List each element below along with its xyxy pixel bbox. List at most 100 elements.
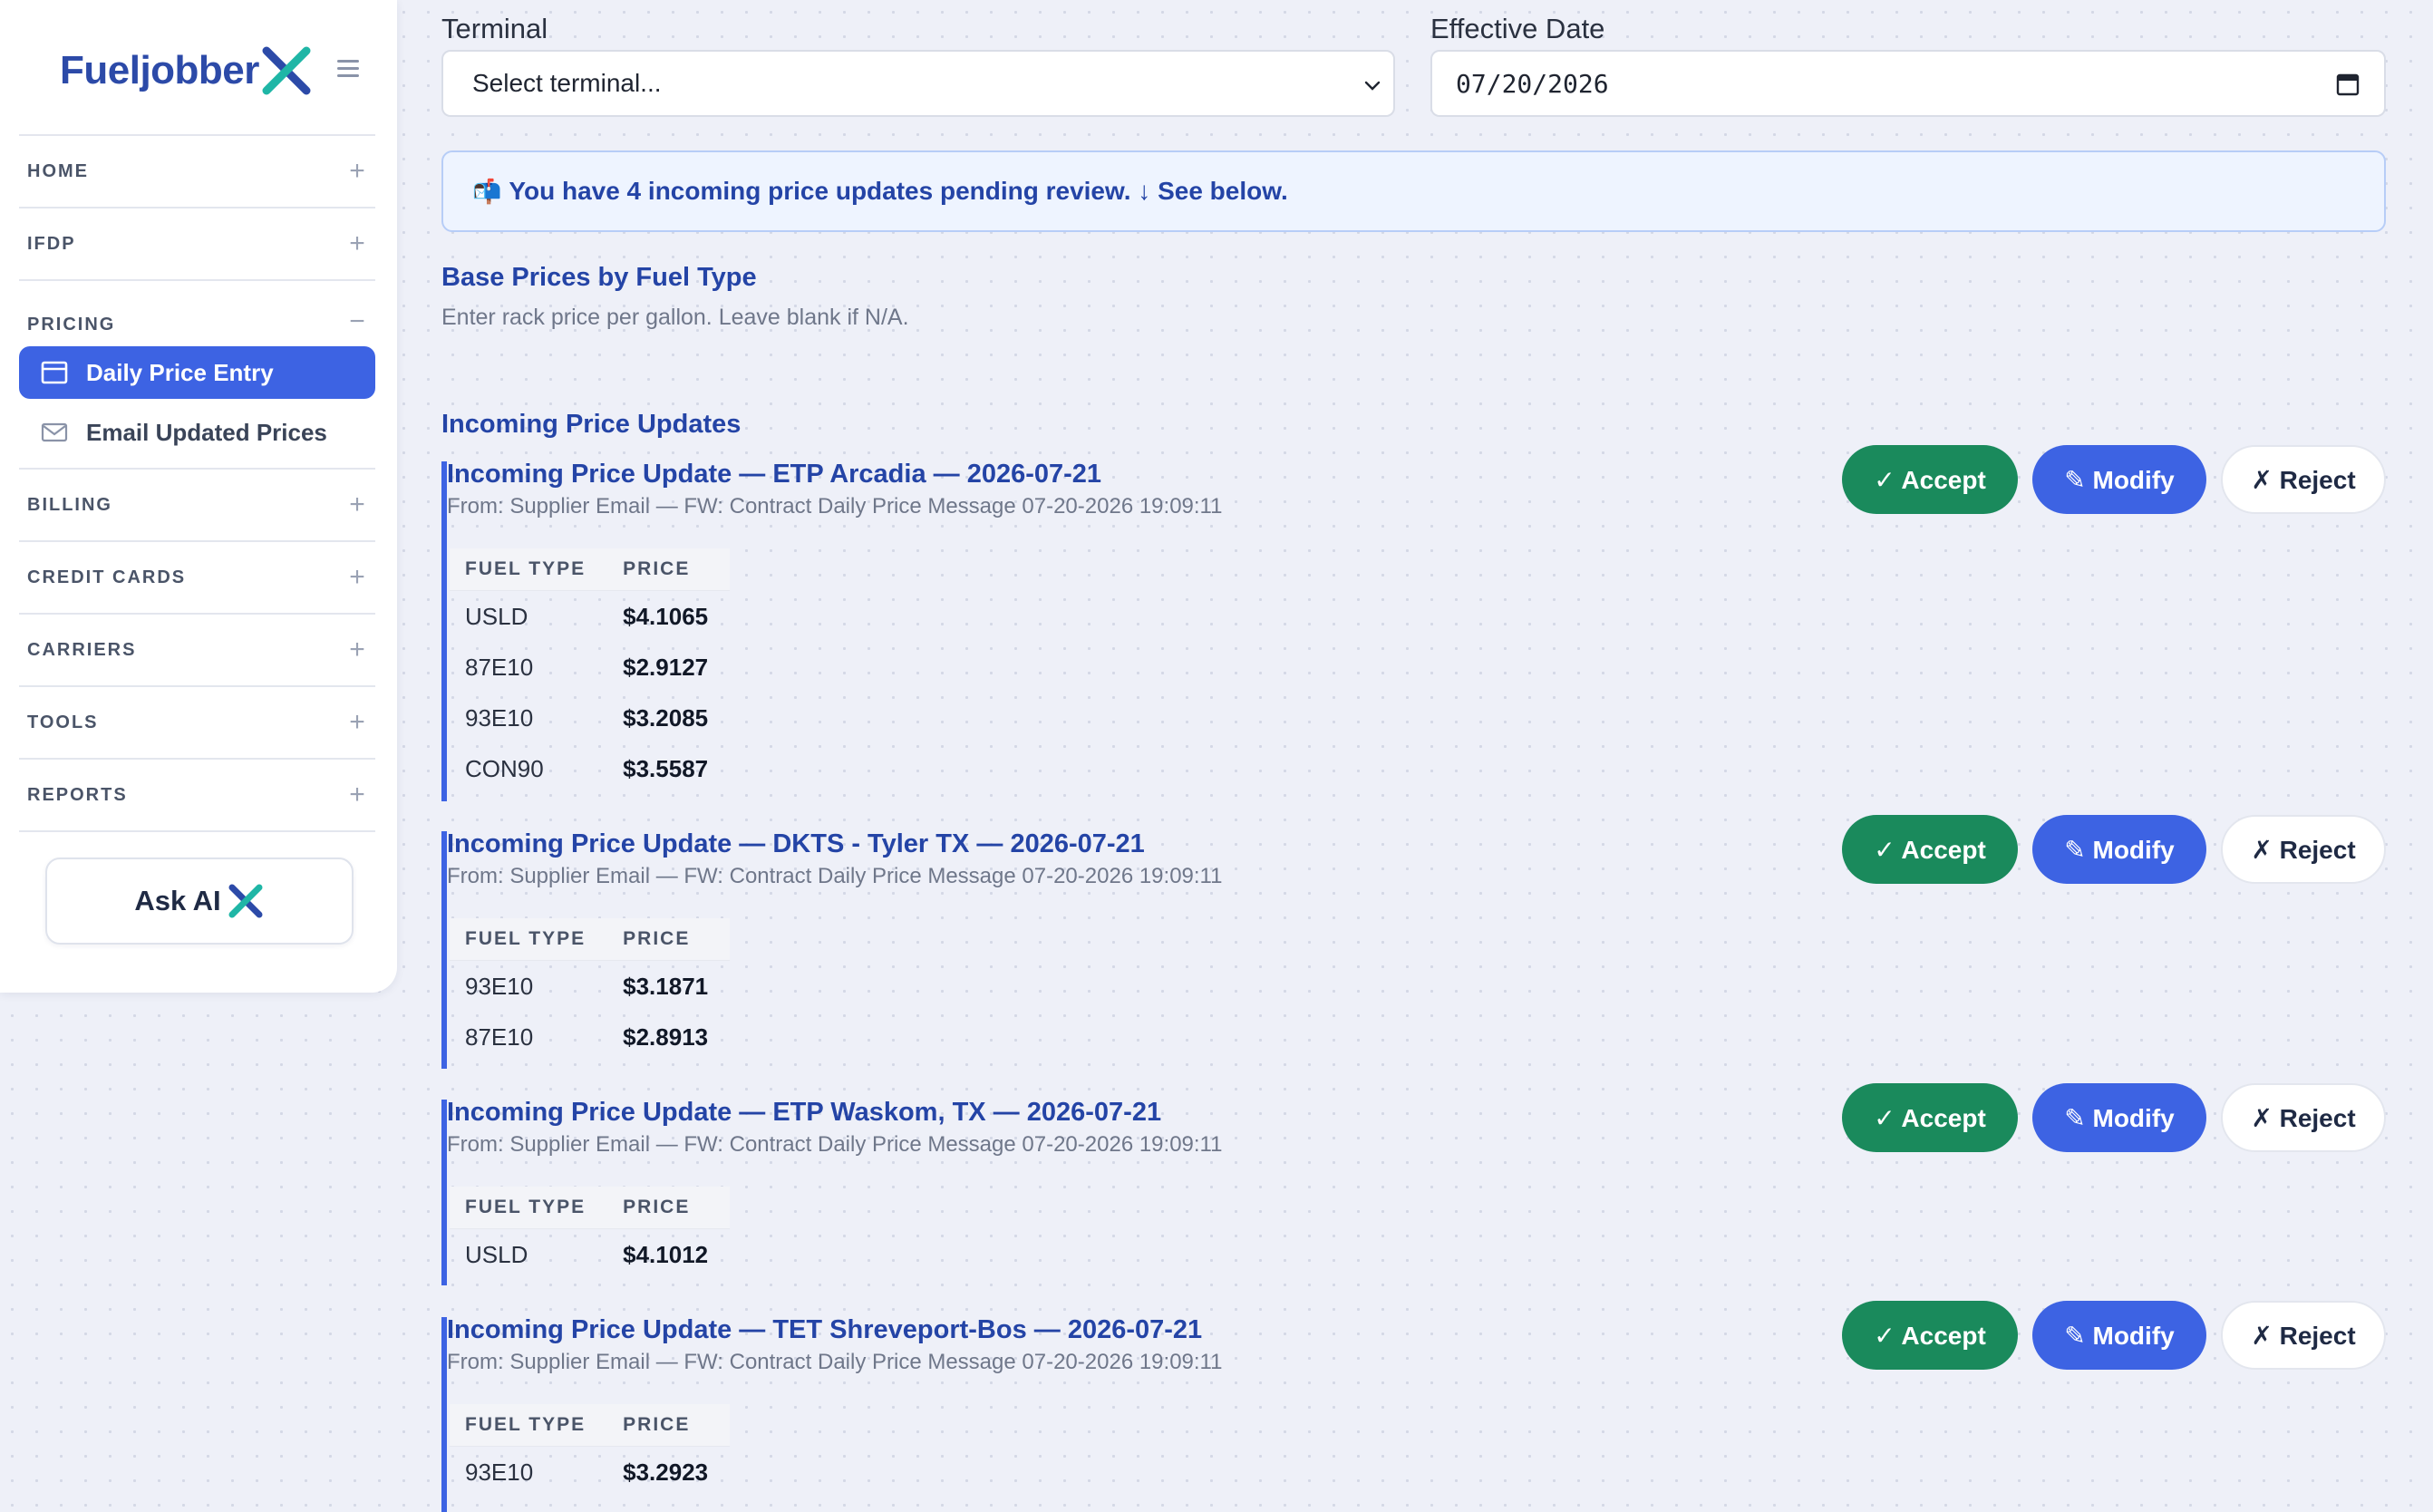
modify-button[interactable]: ✎ Modify (2032, 1301, 2206, 1370)
fuel-type-cell: 93E10 (465, 703, 534, 732)
accept-button[interactable]: ✓ Accept (1842, 815, 2018, 884)
reject-button[interactable]: ✗ Reject (2221, 1083, 2386, 1152)
sidebar: Fueljobber HOME + IFDP + PRICING − Daily… (0, 0, 397, 993)
sidebar-section-home[interactable]: HOME + (19, 136, 375, 207)
plus-icon: + (349, 562, 365, 592)
sidebar-item-label: Daily Price Entry (86, 358, 274, 386)
base-prices-title: Base Prices by Fuel Type (441, 263, 757, 292)
sidebar-item-daily-price-entry[interactable]: Daily Price Entry (19, 346, 375, 399)
section-label: PRICING (27, 315, 116, 334)
col-fuel-type: FUEL TYPE (450, 1187, 608, 1229)
col-fuel-type: FUEL TYPE (450, 1404, 608, 1447)
accept-button[interactable]: ✓ Accept (1842, 1301, 2018, 1370)
sidebar-section-ifdp[interactable]: IFDP + (19, 208, 375, 279)
fuel-type-cell: 87E10 (465, 653, 534, 681)
sidebar-item-label: Email Updated Prices (86, 418, 327, 446)
price-update-card: Incoming Price Update — TET Shreveport-B… (441, 1301, 2386, 1512)
price-cell: $3.5587 (623, 754, 709, 782)
plus-icon: + (349, 635, 365, 664)
sidebar-section-pricing[interactable]: PRICING − (19, 281, 375, 339)
update-title: Incoming Price Update — DKTS - Tyler TX … (447, 829, 1145, 858)
brand-name: Fueljobber (60, 48, 259, 92)
table-header-row: FUEL TYPE PRICE (450, 548, 731, 591)
price-cell: $3.2923 (623, 1458, 709, 1486)
mail-icon (41, 422, 68, 442)
effective-date-label: Effective Date (1430, 13, 1605, 44)
col-fuel-type: FUEL TYPE (450, 548, 608, 591)
sidebar-section-carriers[interactable]: CARRIERS + (19, 615, 375, 685)
divider (19, 830, 375, 832)
update-price-table: FUEL TYPE PRICE USLD $4.1065 87E10 $2.9127… (450, 548, 731, 794)
modify-button[interactable]: ✎ Modify (2032, 815, 2206, 884)
table-row: 93E10 $3.1871 (450, 961, 730, 1013)
update-source: From: Supplier Email — FW: Contract Dail… (447, 1350, 1223, 1374)
update-title: Incoming Price Update — TET Shreveport-B… (447, 1315, 1203, 1344)
price-cell: $2.9127 (623, 653, 709, 681)
calendar-icon[interactable] (2335, 72, 2360, 97)
accept-button[interactable]: ✓ Accept (1842, 1083, 2018, 1152)
update-source: From: Supplier Email — FW: Contract Dail… (447, 1132, 1223, 1157)
section-label: CARRIERS (27, 639, 137, 660)
reject-button[interactable]: ✗ Reject (2221, 445, 2386, 514)
table-row: 87E10 $2.9127 (450, 642, 730, 693)
sidebar-item-email-updated-prices[interactable]: Email Updated Prices (19, 406, 375, 459)
brand-x-icon (262, 46, 311, 95)
plus-icon: + (349, 156, 365, 186)
sidebar-section-credit-cards[interactable]: CREDIT CARDS + (19, 542, 375, 613)
update-actions: ✓ Accept ✎ Modify ✗ Reject (1842, 815, 2386, 884)
table-header-row: FUEL TYPE PRICE (450, 1187, 731, 1229)
section-label: HOME (27, 160, 89, 181)
section-label: BILLING (27, 494, 112, 515)
sidebar-section-tools[interactable]: TOOLS + (19, 687, 375, 758)
table-row: USLD $4.1012 (450, 1229, 730, 1281)
section-label: TOOLS (27, 712, 99, 732)
ask-ai-button[interactable]: Ask AI (45, 858, 354, 945)
col-price: PRICE (607, 1187, 731, 1229)
plus-icon: + (349, 707, 365, 737)
brand-logo[interactable]: Fueljobber (60, 44, 312, 98)
reject-button[interactable]: ✗ Reject (2221, 1301, 2386, 1370)
reject-button[interactable]: ✗ Reject (2221, 815, 2386, 884)
alert-text: You have 4 incoming price updates pendin… (509, 177, 1288, 205)
section-label: REPORTS (27, 784, 128, 805)
table-row: 93E10 $3.2923 (450, 1447, 730, 1498)
plus-icon: + (349, 489, 365, 519)
update-price-table: FUEL TYPE PRICE USLD $4.1012 (450, 1187, 731, 1281)
col-fuel-type: FUEL TYPE (450, 918, 608, 961)
table-row: 93E10 $3.2085 (450, 693, 730, 743)
fuel-type-cell: CON90 (465, 754, 544, 782)
accept-button[interactable]: ✓ Accept (1842, 445, 2018, 514)
table-row: USLD $4.1065 (450, 591, 730, 643)
ai-x-icon (228, 884, 263, 918)
price-cell: $2.8913 (623, 1023, 709, 1051)
terminal-select[interactable]: Select terminal... (441, 50, 1395, 117)
modify-button[interactable]: ✎ Modify (2032, 445, 2206, 514)
col-price: PRICE (607, 548, 731, 591)
plus-icon: + (349, 228, 365, 258)
section-label: IFDP (27, 233, 76, 254)
col-price: PRICE (607, 1404, 731, 1447)
effective-date-input[interactable]: 07/20/2026 (1430, 50, 2386, 117)
update-price-table: FUEL TYPE PRICE 93E10 $3.2923 (450, 1404, 731, 1498)
pricing-group: PRICING − Daily Price Entry Email Update… (19, 281, 375, 468)
fuel-type-cell: 93E10 (465, 1458, 534, 1486)
chevron-down-icon (1364, 81, 1381, 91)
update-price-table: FUEL TYPE PRICE 93E10 $3.1871 87E10 $2.891… (450, 918, 731, 1062)
table-row: CON90 $3.5587 (450, 743, 730, 794)
mailbox-icon: 📬 (472, 177, 502, 205)
minus-icon: − (349, 306, 365, 336)
update-actions: ✓ Accept ✎ Modify ✗ Reject (1842, 1301, 2386, 1370)
update-source: From: Supplier Email — FW: Contract Dail… (447, 494, 1223, 519)
price-update-card: Incoming Price Update — ETP Arcadia — 20… (441, 445, 2386, 801)
fuel-type-cell: USLD (465, 1240, 528, 1268)
price-cell: $4.1012 (623, 1240, 709, 1268)
fuel-type-cell: USLD (465, 602, 528, 630)
sidebar-section-billing[interactable]: BILLING + (19, 470, 375, 540)
price-update-card: Incoming Price Update — DKTS - Tyler TX … (441, 815, 2386, 1069)
update-actions: ✓ Accept ✎ Modify ✗ Reject (1842, 445, 2386, 514)
section-label: CREDIT CARDS (27, 567, 187, 587)
menu-toggle-icon[interactable] (337, 60, 359, 78)
price-update-card: Incoming Price Update — ETP Waskom, TX —… (441, 1083, 2386, 1285)
modify-button[interactable]: ✎ Modify (2032, 1083, 2206, 1152)
sidebar-section-reports[interactable]: REPORTS + (19, 760, 375, 830)
